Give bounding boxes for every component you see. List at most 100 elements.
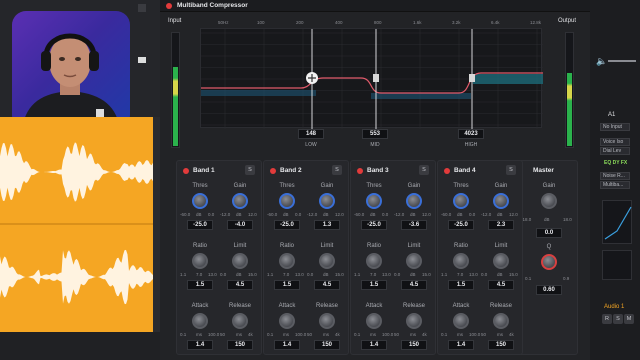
dynamics-thumbnail[interactable] [602,250,632,280]
eq-thumbnail[interactable] [602,200,632,244]
thres-value[interactable]: -25.0 [187,220,213,230]
gain-knob[interactable] [493,193,509,209]
thres-value[interactable]: -25.0 [361,220,387,230]
limit-unit: dB [236,272,242,277]
effect-slot-1[interactable]: Voice Iso [600,138,630,146]
attack-knob[interactable] [366,313,382,329]
ratio-value[interactable]: 1.5 [274,280,300,290]
solo-button[interactable]: S [613,314,623,324]
crossover-mid-value[interactable]: 553 [362,129,388,139]
ratio-unit: 7.0 [196,272,203,277]
ratio-knob[interactable] [192,253,208,269]
release-value[interactable]: 150 [227,340,253,350]
thres-value[interactable]: -25.0 [448,220,474,230]
ratio-max: 13.0 [295,272,304,277]
release-value[interactable]: 150 [488,340,514,350]
release-value[interactable]: 150 [314,340,340,350]
master-q-min: 0.1 [525,276,532,281]
gain-value[interactable]: -4.0 [227,220,253,230]
attack-value[interactable]: 1.4 [448,340,474,350]
thres-unit: dB [370,212,376,217]
audio-clip[interactable] [0,117,153,332]
limit-value[interactable]: 4.5 [227,280,253,290]
limit-knob[interactable] [406,253,422,269]
plugin-slot-2[interactable]: Multiba... [600,181,630,189]
gain-knob[interactable] [319,193,335,209]
speaker-icon[interactable]: 🔈 [596,56,607,67]
attack-knob[interactable] [192,313,208,329]
gain-knob[interactable] [232,193,248,209]
thres-knob[interactable] [192,193,208,209]
timeline-footer [0,332,160,360]
timeline-panel [0,0,160,360]
attack-value[interactable]: 1.4 [361,340,387,350]
track-id: A1 [608,112,616,118]
attack-knob[interactable] [453,313,469,329]
attack-unit: ms [196,332,202,337]
release-knob[interactable] [493,313,509,329]
fx-tags[interactable]: EQ DY FX [604,160,627,166]
release-unit: ms [410,332,416,337]
thres-knob[interactable] [453,193,469,209]
master-gain-value[interactable]: 0.0 [536,228,562,238]
record-arm-button[interactable]: R [602,314,612,324]
limit-knob[interactable] [493,253,509,269]
limit-knob[interactable] [232,253,248,269]
limit-label: Limit [320,243,334,249]
crossover-low-value[interactable]: 148 [298,129,324,139]
gain-value[interactable]: 1.3 [314,220,340,230]
attack-label: Attack [365,303,383,309]
ratio-knob[interactable] [366,253,382,269]
attack-unit: ms [370,332,376,337]
thres-knob[interactable] [366,193,382,209]
thres-knob[interactable] [279,193,295,209]
release-knob[interactable] [406,313,422,329]
band-enable-indicator[interactable] [270,168,276,174]
bypass-indicator[interactable] [166,3,172,9]
limit-value[interactable]: 4.5 [488,280,514,290]
track-button[interactable] [138,57,146,63]
crossover-high-value[interactable]: 4023 [458,129,484,139]
ratio-min: 1.1 [354,272,361,277]
attack-knob[interactable] [279,313,295,329]
mute-button[interactable]: M [624,314,634,324]
master-gain-unit: dB [544,217,550,222]
ratio-knob[interactable] [453,253,469,269]
band-enable-indicator[interactable] [444,168,450,174]
band-solo-button[interactable]: S [332,165,342,175]
plugin-slot-1[interactable]: Noise R... [600,172,630,180]
limit-value[interactable]: 4.5 [401,280,427,290]
effect-slot-2[interactable]: Dial Lev [600,147,630,155]
thres-value[interactable]: -25.0 [274,220,300,230]
band-solo-button[interactable]: S [245,165,255,175]
master-q-knob[interactable] [541,254,557,270]
response-curve [201,29,543,129]
band-solo-button[interactable]: S [506,165,516,175]
ratio-knob[interactable] [279,253,295,269]
master-gain-knob[interactable] [541,193,557,209]
ratio-value[interactable]: 1.5 [361,280,387,290]
limit-value[interactable]: 4.5 [314,280,340,290]
input-selector[interactable]: No Input [600,123,630,131]
gain-knob[interactable] [406,193,422,209]
attack-value[interactable]: 1.4 [274,340,300,350]
release-knob[interactable] [319,313,335,329]
release-knob[interactable] [232,313,248,329]
master-q-value[interactable]: 0.60 [536,285,562,295]
volume-slider[interactable] [608,60,636,62]
gain-value[interactable]: -3.6 [401,220,427,230]
attack-value[interactable]: 1.4 [187,340,213,350]
eq-response-graph[interactable] [200,28,543,129]
ratio-value[interactable]: 1.5 [187,280,213,290]
band-enable-indicator[interactable] [183,168,189,174]
band-solo-button[interactable]: S [419,165,429,175]
band-enable-indicator[interactable] [357,168,363,174]
release-value[interactable]: 150 [401,340,427,350]
frequency-tick: 1.6k [413,20,422,25]
track-button[interactable] [138,4,146,12]
attack-label: Attack [278,303,296,309]
gain-label: Gain [494,183,508,189]
limit-knob[interactable] [319,253,335,269]
gain-value[interactable]: 2.3 [488,220,514,230]
ratio-value[interactable]: 1.5 [448,280,474,290]
